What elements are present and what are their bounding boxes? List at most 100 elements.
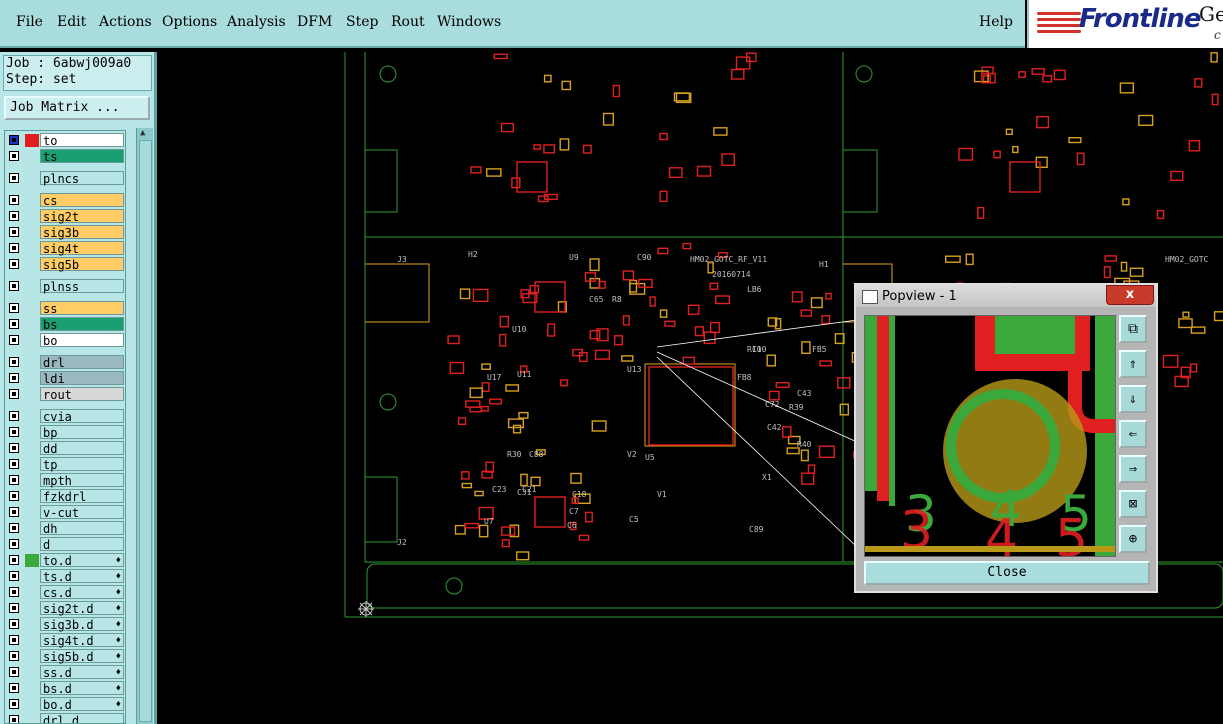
layer-checkbox[interactable]: [9, 539, 19, 549]
popview-zoom-view[interactable]: 3 4 5 3 4 5: [864, 315, 1116, 557]
layer-checkbox[interactable]: [9, 683, 19, 693]
layer-checkbox[interactable]: [9, 319, 19, 329]
layer-name[interactable]: to.d ♦: [40, 553, 124, 568]
layer-name[interactable]: rout: [40, 387, 124, 402]
layer-checkbox[interactable]: [9, 389, 19, 399]
layer-name[interactable]: ts.d ♦: [40, 569, 124, 584]
layer-checkbox[interactable]: [9, 571, 19, 581]
layer-name[interactable]: ss.d ♦: [40, 665, 124, 680]
layer-checkbox[interactable]: [9, 667, 19, 677]
menu-actions[interactable]: Actions: [99, 14, 152, 30]
layer-name[interactable]: bp: [40, 425, 124, 440]
layer-name[interactable]: fzkdrl: [40, 489, 124, 504]
layer-row-sig4t[interactable]: sig4t: [6, 241, 124, 256]
layer-checkbox[interactable]: [9, 475, 19, 485]
menu-dfm[interactable]: DFM: [297, 14, 332, 30]
menu-step[interactable]: Step: [346, 14, 378, 30]
layer-row-sig5b[interactable]: sig5b: [6, 257, 124, 272]
layer-row-dd[interactable]: dd: [6, 441, 124, 456]
layer-checkbox[interactable]: [9, 259, 19, 269]
layer-name[interactable]: d: [40, 537, 124, 552]
layer-row-d[interactable]: d: [6, 537, 124, 552]
layer-row-rout[interactable]: rout: [6, 387, 124, 402]
layer-row-bs[interactable]: bs: [6, 317, 124, 332]
layer-name[interactable]: sig4t.d ♦: [40, 633, 124, 648]
menu-rout[interactable]: Rout: [391, 14, 425, 30]
layer-row-sig4t.d[interactable]: sig4t.d ♦: [6, 633, 124, 648]
layer-checkbox[interactable]: [9, 211, 19, 221]
menu-options[interactable]: Options: [162, 14, 217, 30]
scroll-up-icon[interactable]: ▲: [140, 128, 145, 138]
layer-row-v-cut[interactable]: v-cut: [6, 505, 124, 520]
move-left-icon[interactable]: ⇐: [1119, 420, 1147, 448]
layer-name[interactable]: dd: [40, 441, 124, 456]
layer-checkbox[interactable]: [9, 523, 19, 533]
layer-checkbox[interactable]: [9, 555, 19, 565]
layer-checkbox[interactable]: [9, 587, 19, 597]
layer-name[interactable]: bo.d ♦: [40, 697, 124, 712]
layer-row-cs.d[interactable]: cs.d ♦: [6, 585, 124, 600]
layer-checkbox[interactable]: [9, 603, 19, 613]
zoom-in-icon[interactable]: ⊕: [1119, 525, 1147, 553]
layer-checkbox[interactable]: [9, 699, 19, 709]
layer-checkbox[interactable]: [9, 243, 19, 253]
move-down-icon[interactable]: ⇓: [1119, 385, 1147, 413]
layer-row-bp[interactable]: bp: [6, 425, 124, 440]
popview-titlebar[interactable]: Popview - 1 x: [856, 285, 1156, 307]
layer-row-to[interactable]: to: [6, 133, 124, 148]
layer-checkbox[interactable]: [9, 635, 19, 645]
layer-checkbox[interactable]: [9, 427, 19, 437]
layer-checkbox[interactable]: [9, 619, 19, 629]
layer-row-bs.d[interactable]: bs.d ♦: [6, 681, 124, 696]
layer-row-ts.d[interactable]: ts.d ♦: [6, 569, 124, 584]
close-icon[interactable]: x: [1106, 285, 1154, 305]
job-matrix-button[interactable]: Job Matrix ...: [4, 96, 150, 120]
layer-row-ts[interactable]: ts: [6, 149, 124, 164]
layer-checkbox[interactable]: [9, 281, 19, 291]
layer-name[interactable]: plncs: [40, 171, 124, 186]
layer-name[interactable]: cs: [40, 193, 124, 208]
layer-name[interactable]: drl: [40, 355, 124, 370]
layer-color-swatch[interactable]: [25, 554, 39, 567]
layer-checkbox[interactable]: [9, 135, 19, 145]
layer-name[interactable]: dh: [40, 521, 124, 536]
layer-row-sig3b.d[interactable]: sig3b.d ♦: [6, 617, 124, 632]
layer-checkbox[interactable]: [9, 507, 19, 517]
layer-name[interactable]: sig5b: [40, 257, 124, 272]
layer-checkbox[interactable]: [9, 335, 19, 345]
layer-checkbox[interactable]: [9, 373, 19, 383]
layer-name[interactable]: bs.d ♦: [40, 681, 124, 696]
layer-color-swatch[interactable]: [25, 134, 39, 147]
layer-name[interactable]: plnss: [40, 279, 124, 294]
scrollbar-thumb[interactable]: [139, 140, 152, 722]
layer-checkbox[interactable]: [9, 715, 19, 723]
layer-checkbox[interactable]: [9, 651, 19, 661]
layer-checkbox[interactable]: [9, 303, 19, 313]
layer-name[interactable]: v-cut: [40, 505, 124, 520]
zoom-out-icon[interactable]: ⊠: [1119, 490, 1147, 518]
move-right-icon[interactable]: ⇒: [1119, 455, 1147, 483]
layer-name[interactable]: sig3b: [40, 225, 124, 240]
zoom-fit-icon[interactable]: ⧉: [1119, 315, 1147, 343]
layer-row-sig3b[interactable]: sig3b: [6, 225, 124, 240]
layer-checkbox[interactable]: [9, 411, 19, 421]
layer-checkbox[interactable]: [9, 227, 19, 237]
layer-name[interactable]: ss: [40, 301, 124, 316]
layer-row-dh[interactable]: dh: [6, 521, 124, 536]
layer-name[interactable]: sig3b.d ♦: [40, 617, 124, 632]
layer-name[interactable]: cvia: [40, 409, 124, 424]
layer-row-ss.d[interactable]: ss.d ♦: [6, 665, 124, 680]
layer-row-drl.d[interactable]: drl.d: [6, 713, 124, 723]
layer-row-sig5b.d[interactable]: sig5b.d ♦: [6, 649, 124, 664]
layer-checkbox[interactable]: [9, 459, 19, 469]
layer-checkbox[interactable]: [9, 443, 19, 453]
layer-name[interactable]: tp: [40, 457, 124, 472]
layer-name[interactable]: sig2t.d ♦: [40, 601, 124, 616]
menu-edit[interactable]: Edit: [57, 14, 86, 30]
move-up-icon[interactable]: ⇑: [1119, 350, 1147, 378]
layer-scrollbar[interactable]: ▲: [136, 128, 153, 724]
layer-checkbox[interactable]: [9, 357, 19, 367]
layer-name[interactable]: bs: [40, 317, 124, 332]
layer-name[interactable]: mpth: [40, 473, 124, 488]
layer-row-mpth[interactable]: mpth: [6, 473, 124, 488]
